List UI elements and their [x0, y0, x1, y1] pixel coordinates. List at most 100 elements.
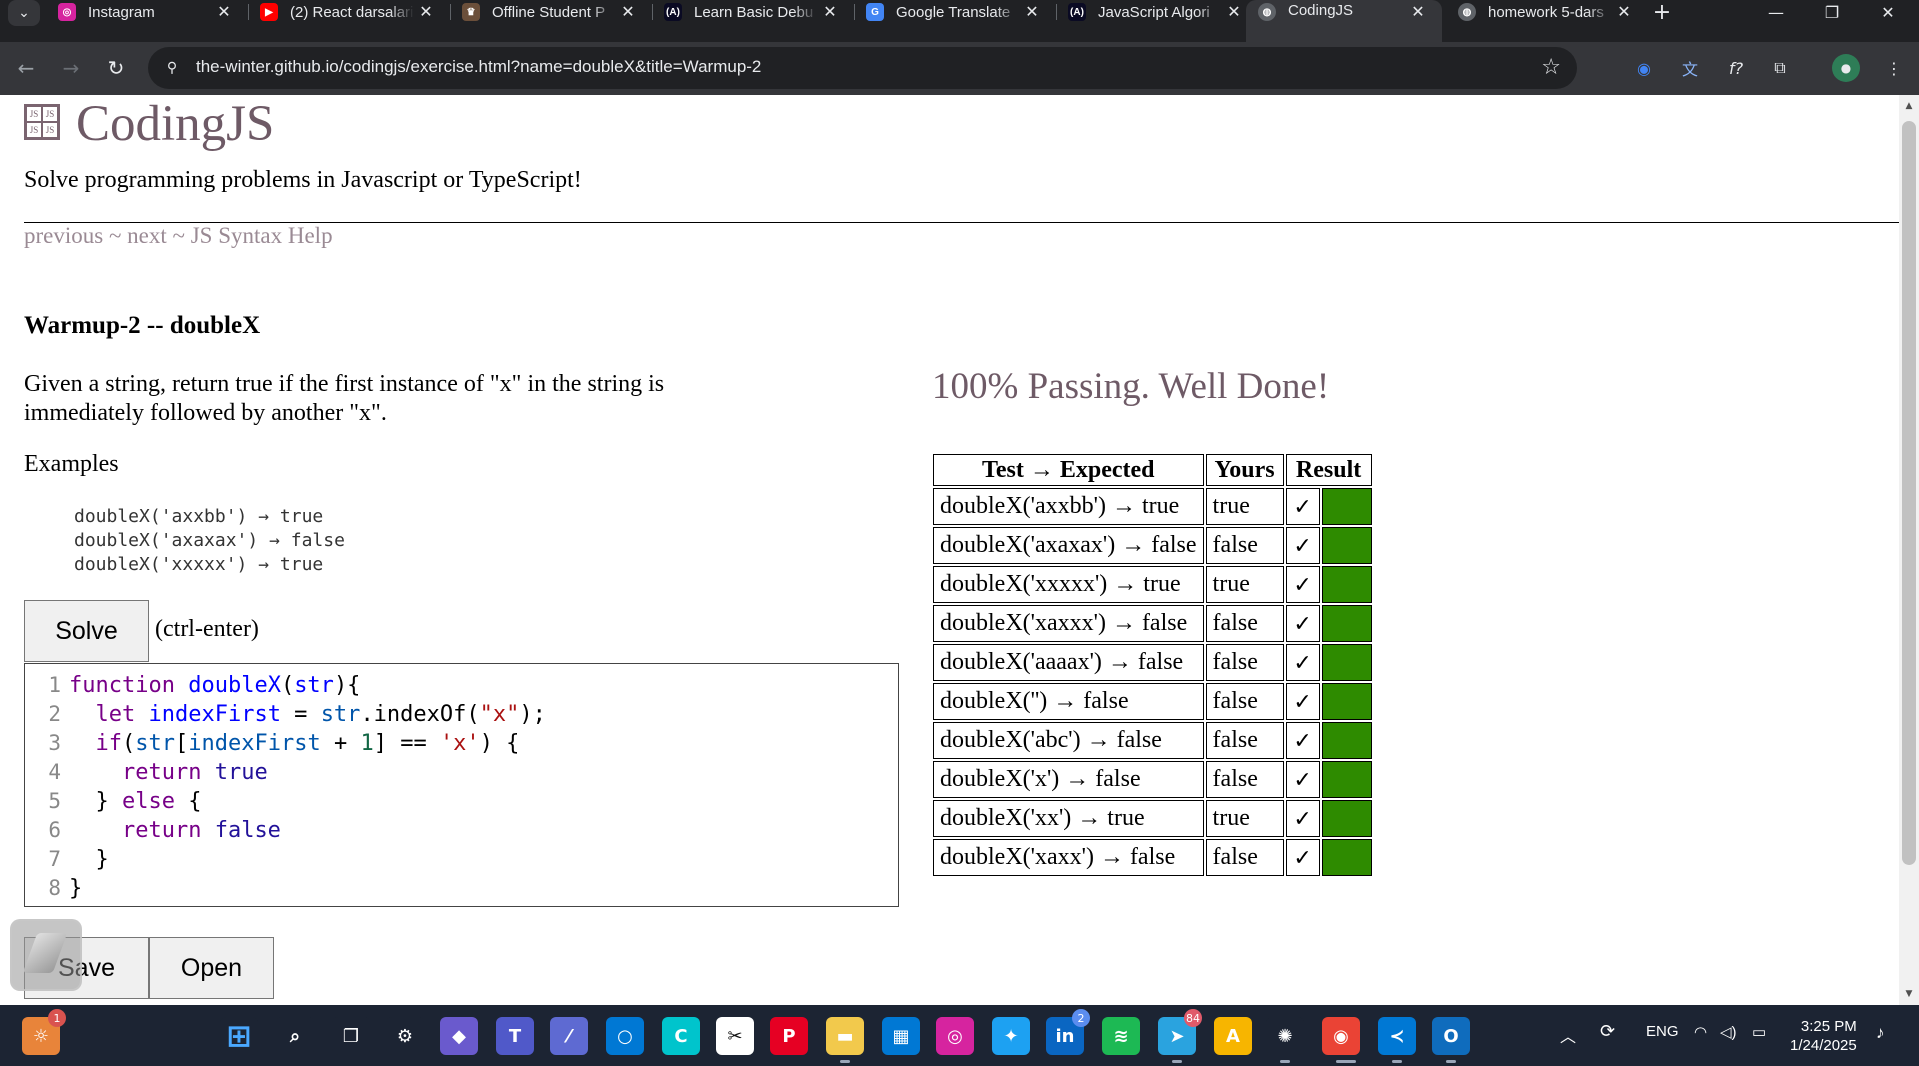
browser-menu-icon[interactable]: ⋮ — [1880, 54, 1908, 82]
code-line[interactable]: } — [69, 874, 546, 903]
outlook-icon[interactable]: O — [1432, 1017, 1470, 1055]
code-line[interactable]: } else { — [69, 787, 546, 816]
sync-icon[interactable]: ⟳ — [1600, 1021, 1615, 1042]
previous-link[interactable]: previous — [24, 223, 103, 248]
code-line[interactable]: let indexFirst = str.indexOf("x"); — [69, 700, 546, 729]
close-window-icon[interactable]: ✕ — [1866, 0, 1910, 24]
bookmark-star-icon[interactable]: ☆ — [1541, 55, 1561, 80]
tab-close-icon[interactable]: ✕ — [1020, 2, 1044, 22]
editor-code-text[interactable]: function doubleX(str){ let indexFirst = … — [69, 671, 546, 903]
spotify-icon[interactable]: ≋ — [1102, 1017, 1140, 1055]
pass-indicator — [1321, 566, 1372, 603]
solve-button[interactable]: Solve — [24, 600, 149, 662]
search-icon[interactable]: ⌕ — [276, 1017, 314, 1055]
tab-codingjs[interactable]: ◍ CodingJS ✕ — [1246, 0, 1442, 42]
canva-icon[interactable]: C — [662, 1017, 700, 1055]
scrollbar-thumb[interactable] — [1902, 121, 1916, 865]
chrome-icon[interactable]: ◉ — [1322, 1017, 1360, 1055]
line-number: 3 — [48, 731, 61, 755]
linear-icon[interactable]: ⁄ — [550, 1017, 588, 1055]
floating-app-overlay-icon[interactable] — [10, 919, 82, 991]
volume-icon[interactable]: ◁) — [1720, 1023, 1737, 1041]
show-hidden-icons-chevron-icon[interactable]: ︿ — [1560, 1023, 1576, 1047]
tab-offline-student[interactable]: ♛ Offline Student P ✕ — [450, 0, 652, 24]
vscode-icon[interactable]: ≺ — [1378, 1017, 1416, 1055]
extensions-puzzle-icon[interactable]: ⧉ — [1766, 54, 1794, 82]
notification-badge: 2 — [1072, 1009, 1090, 1027]
tab-javascript-algorithms[interactable]: (A) JavaScript Algori ✕ — [1056, 0, 1258, 24]
profile-avatar-icon[interactable]: ● — [1832, 54, 1860, 82]
extension-circle-icon[interactable]: ◉ — [1630, 54, 1658, 82]
test-result-row: doubleX('x') → false false ✓ — [933, 761, 1372, 798]
checkmark-icon: ✓ — [1285, 722, 1320, 759]
tab-close-icon[interactable]: ✕ — [1612, 2, 1636, 22]
test-expected-cell: doubleX('') → false — [933, 683, 1204, 720]
input-language[interactable]: ENG — [1646, 1023, 1679, 1040]
instagram-icon[interactable]: ◎ — [936, 1017, 974, 1055]
pinterest-icon[interactable]: P — [770, 1017, 808, 1055]
system-clock[interactable]: 3:25 PM 1/24/2025 — [1790, 1017, 1857, 1055]
adobe-icon[interactable]: A — [1214, 1017, 1252, 1055]
capcut-icon[interactable]: ✂ — [716, 1017, 754, 1055]
forward-arrow-icon[interactable]: → — [55, 52, 87, 84]
new-tab-plus-icon[interactable]: + — [1648, 0, 1676, 25]
code-line[interactable]: return false — [69, 816, 546, 845]
test-result-row: doubleX('xaxx') → false false ✓ — [933, 839, 1372, 876]
tab-google-translate[interactable]: G Google Translate ✕ — [854, 0, 1056, 24]
tab-instagram[interactable]: ◎ Instagram ✕ — [46, 0, 248, 24]
start-icon[interactable]: ⊞ — [220, 1017, 258, 1055]
translate-extension-icon[interactable]: 文 — [1676, 54, 1704, 82]
cortana-icon[interactable]: ○ — [606, 1017, 644, 1055]
scroll-up-arrow-icon[interactable]: ▲ — [1899, 97, 1919, 115]
code-line[interactable]: function doubleX(str){ — [69, 671, 546, 700]
yours-cell: false — [1205, 683, 1284, 720]
yours-cell: false — [1205, 605, 1284, 642]
tab-close-icon[interactable]: ✕ — [1222, 2, 1246, 22]
address-bar[interactable]: ⚲ the-winter.github.io/codingjs/exercise… — [148, 47, 1577, 89]
pass-indicator — [1321, 839, 1372, 876]
pass-indicator — [1321, 761, 1372, 798]
tab-search-chevron-icon[interactable]: ⌄ — [8, 0, 40, 26]
minimize-icon[interactable]: — — [1754, 0, 1798, 24]
wifi-icon[interactable]: ◠ — [1694, 1023, 1707, 1041]
code-line[interactable]: } — [69, 845, 546, 874]
scroll-down-arrow-icon[interactable]: ▼ — [1899, 985, 1919, 1003]
restore-icon[interactable]: ❐ — [1810, 0, 1854, 24]
notification-bell-icon[interactable]: ♪ — [1876, 1023, 1885, 1043]
site-settings-icon[interactable]: ⚲ — [162, 58, 182, 78]
tab-close-icon[interactable]: ✕ — [414, 2, 438, 22]
battery-icon[interactable]: ▭ — [1752, 1023, 1766, 1041]
formula-extension-icon[interactable]: f? — [1722, 54, 1750, 82]
tab-react-darsalari[interactable]: ▶ (2) React darsalari ✕ — [248, 0, 450, 24]
settings-icon[interactable]: ⚙ — [386, 1017, 424, 1055]
tab-title: CodingJS — [1288, 2, 1354, 19]
next-link[interactable]: next — [127, 223, 167, 248]
tab-close-icon[interactable]: ✕ — [1406, 2, 1430, 22]
exercise-nav: previous ~ next ~ JS Syntax Help — [24, 223, 333, 249]
open-button[interactable]: Open — [149, 937, 274, 999]
test-results-table: Test → Expected Yours Result doubleX('ax… — [931, 452, 1374, 878]
code-editor[interactable]: 1 2 3 4 5 6 7 8 function doubleX(str){ l… — [24, 663, 899, 907]
microsoft-store-icon[interactable]: ▦ — [882, 1017, 920, 1055]
file-explorer-icon[interactable]: ▬ — [826, 1017, 864, 1055]
code-line[interactable]: if(str[indexFirst + 1] == 'x') { — [69, 729, 546, 758]
tab-close-icon[interactable]: ✕ — [212, 2, 236, 22]
js-syntax-help-link[interactable]: JS Syntax Help — [191, 223, 333, 248]
yours-cell: false — [1205, 761, 1284, 798]
back-arrow-icon[interactable]: ← — [10, 52, 42, 84]
tab-close-icon[interactable]: ✕ — [818, 2, 842, 22]
tab-close-icon[interactable]: ✕ — [616, 2, 640, 22]
teams-icon[interactable]: T — [496, 1017, 534, 1055]
page-scrollbar[interactable]: ▲ ▼ — [1899, 95, 1919, 1005]
twitter-icon[interactable]: ✦ — [992, 1017, 1030, 1055]
reload-icon[interactable]: ↻ — [100, 52, 132, 84]
test-result-row: doubleX('xxxxx') → true true ✓ — [933, 566, 1372, 603]
test-expected-cell: doubleX('abc') → false — [933, 722, 1204, 759]
chatgpt-icon[interactable]: ✺ — [1266, 1017, 1304, 1055]
copilot-icon[interactable]: ◆ — [440, 1017, 478, 1055]
tab-homework[interactable]: ◍ homework 5-dars ✕ — [1446, 0, 1648, 24]
tab-learn-basic-debugging[interactable]: (A) Learn Basic Debu ✕ — [652, 0, 854, 24]
address-bar-url[interactable]: the-winter.github.io/codingjs/exercise.h… — [196, 57, 761, 77]
task-view-icon[interactable]: ❐ — [332, 1017, 370, 1055]
code-line[interactable]: return true — [69, 758, 546, 787]
